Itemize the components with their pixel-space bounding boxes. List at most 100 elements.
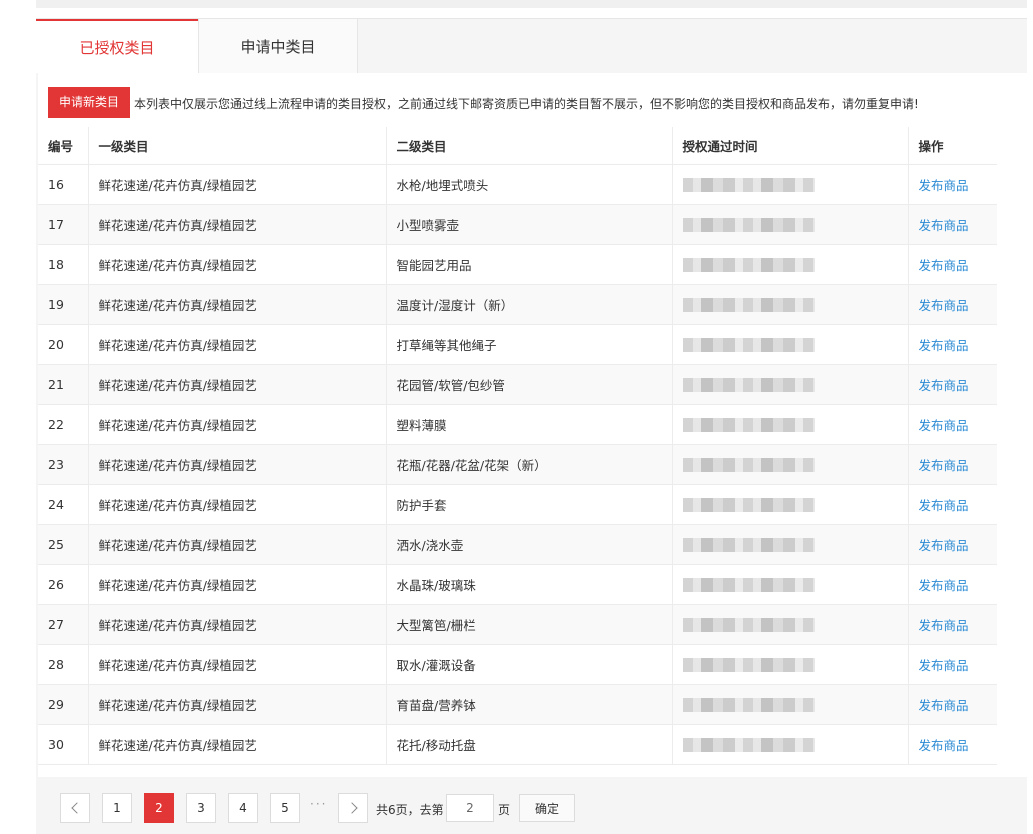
table-row: 30 鲜花速递/花卉仿真/绿植园艺 花托/移动托盘 发布商品 (38, 724, 997, 765)
cell-action: 发布商品 (908, 524, 997, 565)
page-4[interactable]: 4 (228, 793, 258, 823)
cell-level2: 育苗盘/营养钵 (386, 684, 673, 725)
category-panel: 已授权类目 申请中类目 申请新类目 本列表中仅展示您通过线上流程申请的类目授权，… (36, 18, 1027, 834)
publish-product-link[interactable]: 发布商品 (919, 658, 969, 673)
goto-page-input[interactable] (446, 794, 494, 822)
table-row: 26 鲜花速递/花卉仿真/绿植园艺 水晶珠/玻璃珠 发布商品 (38, 564, 997, 605)
cell-id: 29 (38, 684, 89, 725)
header-action: 操作 (908, 127, 997, 165)
chevron-right-icon (345, 802, 358, 814)
cell-id: 24 (38, 484, 89, 525)
redacted-time (682, 418, 815, 433)
publish-product-link[interactable]: 发布商品 (919, 698, 969, 713)
redacted-time (682, 698, 815, 713)
cell-auth-time (672, 484, 909, 525)
publish-product-link[interactable]: 发布商品 (919, 498, 969, 513)
redacted-time (682, 178, 815, 193)
header-id: 编号 (38, 127, 89, 165)
redacted-time (682, 458, 815, 473)
top-strip (36, 0, 1027, 8)
header-auth-time: 授权通过时间 (672, 127, 909, 165)
apply-new-category-button[interactable]: 申请新类目 (48, 87, 130, 118)
redacted-time (682, 218, 815, 233)
cell-action: 发布商品 (908, 404, 997, 445)
cell-level2: 小型喷雾壶 (386, 204, 673, 245)
tab-authorized[interactable]: 已授权类目 (36, 19, 198, 73)
cell-action: 发布商品 (908, 364, 997, 405)
prev-page-button[interactable] (60, 793, 90, 823)
header-level1: 一级类目 (88, 127, 387, 165)
pagination-ellipsis: ··· (310, 797, 328, 811)
publish-product-link[interactable]: 发布商品 (919, 338, 969, 353)
cell-level1: 鲜花速递/花卉仿真/绿植园艺 (88, 204, 387, 245)
category-table: 编号 一级类目 二级类目 授权通过时间 操作 16 鲜花速递/花卉仿真/绿植园艺水… (38, 127, 997, 765)
cell-level1: 鲜花速递/花卉仿真/绿植园艺 (88, 724, 387, 765)
cell-auth-time (672, 404, 909, 445)
cell-level1: 鲜花速递/花卉仿真/绿植园艺 (88, 404, 387, 445)
cell-auth-time (672, 564, 909, 605)
cell-level1: 鲜花速递/花卉仿真/绿植园艺 (88, 284, 387, 325)
cell-action: 发布商品 (908, 604, 997, 645)
publish-product-link[interactable]: 发布商品 (919, 178, 969, 193)
table-row: 23 鲜花速递/花卉仿真/绿植园艺 花瓶/花器/花盆/花架（新） 发布商品 (38, 444, 997, 485)
cell-id: 18 (38, 244, 89, 285)
redacted-time (682, 578, 815, 593)
cell-auth-time (672, 644, 909, 685)
cell-action: 发布商品 (908, 444, 997, 485)
redacted-time (682, 258, 815, 273)
page-2[interactable]: 2 (144, 793, 174, 823)
page-1[interactable]: 1 (102, 793, 132, 823)
publish-product-link[interactable]: 发布商品 (919, 738, 969, 753)
cell-id: 16 (38, 164, 89, 205)
page-3[interactable]: 3 (186, 793, 216, 823)
cell-level1: 鲜花速递/花卉仿真/绿植园艺 (88, 244, 387, 285)
cell-auth-time (672, 364, 909, 405)
next-page-button[interactable] (338, 793, 368, 823)
publish-product-link[interactable]: 发布商品 (919, 458, 969, 473)
publish-product-link[interactable]: 发布商品 (919, 618, 969, 633)
cell-level2: 水枪/地埋式喷头 (386, 164, 673, 205)
publish-product-link[interactable]: 发布商品 (919, 418, 969, 433)
cell-auth-time (672, 684, 909, 725)
publish-product-link[interactable]: 发布商品 (919, 538, 969, 553)
cell-level2: 花托/移动托盘 (386, 724, 673, 765)
table-row: 20 鲜花速递/花卉仿真/绿植园艺 打草绳等其他绳子 发布商品 (38, 324, 997, 365)
publish-product-link[interactable]: 发布商品 (919, 578, 969, 593)
table-row: 16 鲜花速递/花卉仿真/绿植园艺 水枪/地埋式喷头 发布商品 (38, 164, 997, 205)
notice-text: 本列表中仅展示您通过线上流程申请的类目授权，之前通过线下邮寄资质已申请的类目暂不… (134, 97, 919, 111)
table-row: 29 鲜花速递/花卉仿真/绿植园艺 育苗盘/营养钵 发布商品 (38, 684, 997, 725)
publish-product-link[interactable]: 发布商品 (919, 378, 969, 393)
cell-level2: 打草绳等其他绳子 (386, 324, 673, 365)
cell-level1: 鲜花速递/花卉仿真/绿植园艺 (88, 324, 387, 365)
cell-auth-time (672, 244, 909, 285)
cell-id: 25 (38, 524, 89, 565)
cell-id: 30 (38, 724, 89, 765)
cell-level1: 鲜花速递/花卉仿真/绿植园艺 (88, 484, 387, 525)
table-row: 18 鲜花速递/花卉仿真/绿植园艺 智能园艺用品 发布商品 (38, 244, 997, 285)
cell-level2: 水晶珠/玻璃珠 (386, 564, 673, 605)
publish-product-link[interactable]: 发布商品 (919, 218, 969, 233)
tab-bar: 已授权类目 申请中类目 (36, 19, 1027, 73)
cell-action: 发布商品 (908, 724, 997, 765)
publish-product-link[interactable]: 发布商品 (919, 258, 969, 273)
cell-level2: 洒水/浇水壶 (386, 524, 673, 565)
tab-applying[interactable]: 申请中类目 (198, 19, 358, 73)
publish-product-link[interactable]: 发布商品 (919, 298, 969, 313)
page-5[interactable]: 5 (270, 793, 300, 823)
cell-auth-time (672, 724, 909, 765)
cell-level2: 取水/灌溉设备 (386, 644, 673, 685)
page-unit-label: 页 (498, 803, 511, 817)
table-header-row: 编号 一级类目 二级类目 授权通过时间 操作 (38, 127, 997, 165)
redacted-time (682, 738, 815, 753)
cell-level1: 鲜花速递/花卉仿真/绿植园艺 (88, 444, 387, 485)
goto-confirm-button[interactable]: 确定 (519, 794, 575, 822)
table-row: 17 鲜花速递/花卉仿真/绿植园艺 小型喷雾壶 发布商品 (38, 204, 997, 245)
cell-auth-time (672, 164, 909, 205)
cell-action: 发布商品 (908, 644, 997, 685)
cell-auth-time (672, 204, 909, 245)
cell-auth-time (672, 324, 909, 365)
cell-level2: 智能园艺用品 (386, 244, 673, 285)
redacted-time (682, 498, 815, 513)
cell-level1: 鲜花速递/花卉仿真/绿植园艺 (88, 604, 387, 645)
cell-auth-time (672, 444, 909, 485)
